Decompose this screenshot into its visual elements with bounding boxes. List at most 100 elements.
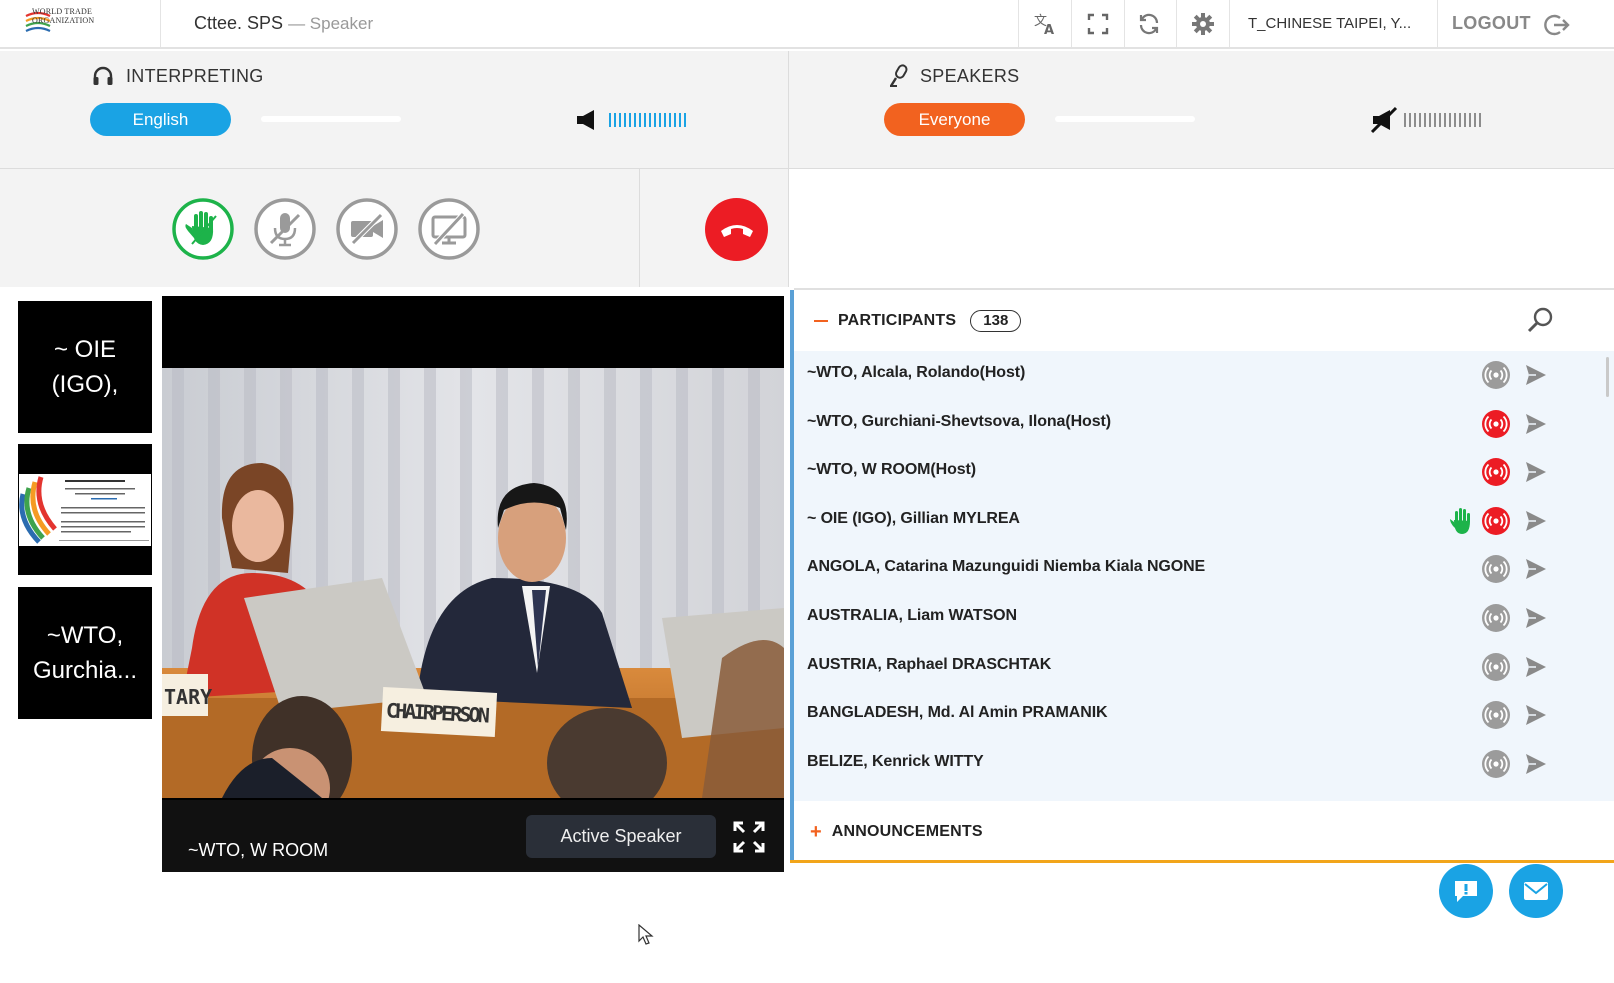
participant-row[interactable]: AUSTRALIA, Liam WATSON [794,594,1614,642]
send-message-icon[interactable] [1524,655,1548,679]
audio-broadcast-icon[interactable] [1482,701,1510,730]
user-name[interactable]: T_CHINESE TAIPEI, Y... [1248,15,1411,32]
participant-thumbnail[interactable]: ~WTO, Gurchia... [18,587,152,719]
volume-bar [644,113,646,127]
speakers-channel-button[interactable]: Everyone [884,103,1025,136]
fullscreen-icon[interactable] [1085,11,1111,37]
send-message-icon[interactable] [1524,460,1548,484]
participant-row[interactable]: ~ OIE (IGO), Gillian MYLREA [794,497,1614,545]
participant-name: BANGLADESH, Md. Al Amin PRAMANIK [807,704,1108,722]
raise-hand-button[interactable] [172,198,234,260]
participant-row[interactable]: ANGOLA, Catarina Mazunguidi Niemba Kiala… [794,545,1614,593]
participant-row[interactable]: BANGLADESH, Md. Al Amin PRAMANIK [794,691,1614,739]
raised-hand-icon [1450,507,1470,534]
expand-video-icon[interactable] [732,820,766,854]
svg-text:A: A [1044,23,1054,37]
interpreting-volume-meter[interactable] [609,113,686,127]
headphones-icon [93,66,113,85]
screen-share-toggle-button[interactable] [418,198,480,260]
participant-count-badge: 138 [970,310,1022,332]
participant-row[interactable]: ~WTO, Gurchiani-Shevtsova, Ilona(Host) [794,400,1614,448]
volume-bar [1424,113,1426,127]
language-select-button[interactable]: English [90,103,231,136]
conference-room-image: TARY CHAIRPERSON [162,368,784,798]
participants-panel: PARTICIPANTS 138 ~WTO, Alcala, Rolando(H… [790,290,1614,863]
volume-bar [1469,113,1471,127]
participant-thumbnail[interactable]: ~ OIE (IGO), [18,301,152,433]
volume-bar [1409,113,1411,127]
volume-bar [1479,113,1481,127]
volume-bar [649,113,651,127]
participant-row[interactable]: AUSTRIA, Raphael DRASCHTAK [794,643,1614,691]
audio-broadcast-icon[interactable] [1482,749,1510,778]
speaker-volume-icon[interactable] [576,109,596,131]
interpreting-balance-slider[interactable] [261,116,401,122]
divider [1229,0,1230,47]
audio-broadcast-icon[interactable] [1482,652,1510,681]
volume-bar [1419,113,1421,127]
send-message-icon[interactable] [1524,412,1548,436]
participant-row[interactable]: ~WTO, Alcala, Rolando(Host) [794,351,1614,399]
volume-bar [634,113,636,127]
search-icon[interactable] [1526,306,1554,334]
volume-bar [1439,113,1441,127]
participants-header[interactable]: PARTICIPANTS 138 [814,308,1022,334]
send-message-icon[interactable] [1524,509,1548,533]
volume-bar [1414,113,1416,127]
volume-bar [619,113,621,127]
volume-bar [1444,113,1446,127]
send-message-icon[interactable] [1524,363,1548,387]
announcements-header[interactable]: + ANNOUNCEMENTS [810,822,983,842]
audio-broadcast-icon[interactable] [1482,409,1510,438]
expand-icon[interactable]: + [810,822,822,842]
collapse-icon[interactable] [814,320,828,322]
volume-bar [1464,113,1466,127]
video-footer: ~WTO, W ROOM Active Speaker [162,800,784,872]
panel-bottom-border [790,860,1614,863]
send-message-icon[interactable] [1524,752,1548,776]
send-message-icon[interactable] [1524,557,1548,581]
speaker-muted-icon[interactable] [1370,106,1398,134]
camera-toggle-button[interactable] [336,198,398,260]
volume-bar [614,113,616,127]
meeting-role: — Speaker [288,14,374,33]
hang-up-button[interactable] [705,198,768,261]
send-message-icon[interactable] [1524,703,1548,727]
thumbnail-label: ~ OIE (IGO), [51,336,119,398]
participant-list[interactable]: ~WTO, Alcala, Rolando(Host) ~WTO, Gurchia… [794,351,1614,801]
volume-bar [664,113,666,127]
participant-name: ~WTO, W ROOM(Host) [807,461,976,479]
speakers-volume-meter[interactable] [1404,113,1481,127]
volume-bar [1474,113,1476,127]
microphone-toggle-button[interactable] [254,198,316,260]
participant-name: AUSTRALIA, Liam WATSON [807,607,1017,624]
audio-broadcast-icon[interactable] [1482,555,1510,584]
participant-row[interactable]: BELIZE, Kenrick WITTY [794,740,1614,788]
refresh-icon[interactable] [1136,11,1162,37]
feedback-button[interactable] [1439,864,1493,918]
volume-bar [639,113,641,127]
logout-button[interactable]: LOGOUT [1452,13,1531,34]
audio-broadcast-icon[interactable] [1482,506,1510,535]
volume-bar [674,113,676,127]
send-message-icon[interactable] [1524,606,1548,630]
active-speaker-button[interactable]: Active Speaker [526,815,716,858]
divider [1437,0,1438,47]
gear-icon[interactable] [1190,11,1216,37]
messages-button[interactable] [1509,864,1563,918]
shared-content-thumbnail[interactable] [18,444,152,575]
video-feed: TARY CHAIRPERSON [162,368,784,798]
audio-broadcast-icon[interactable] [1482,604,1510,632]
alert-chat-icon [1455,881,1477,902]
announcements-title: ANNOUNCEMENTS [831,823,983,840]
main-video[interactable]: TARY CHAIRPERSON ~WTO, W ROOM Active Spe… [162,296,784,872]
logout-icon[interactable] [1544,12,1570,38]
participant-row[interactable]: ~WTO, W ROOM(Host) [794,448,1614,496]
audio-broadcast-icon[interactable] [1482,361,1510,389]
volume-bar [679,113,681,127]
meeting-title: Cttee. SPS — Speaker [194,13,373,34]
translate-icon[interactable]: 文 A [1032,11,1058,37]
participant-name: ~WTO, Alcala, Rolando(Host) [807,364,1026,381]
speakers-balance-slider[interactable] [1055,116,1195,122]
audio-broadcast-icon[interactable] [1482,458,1510,487]
